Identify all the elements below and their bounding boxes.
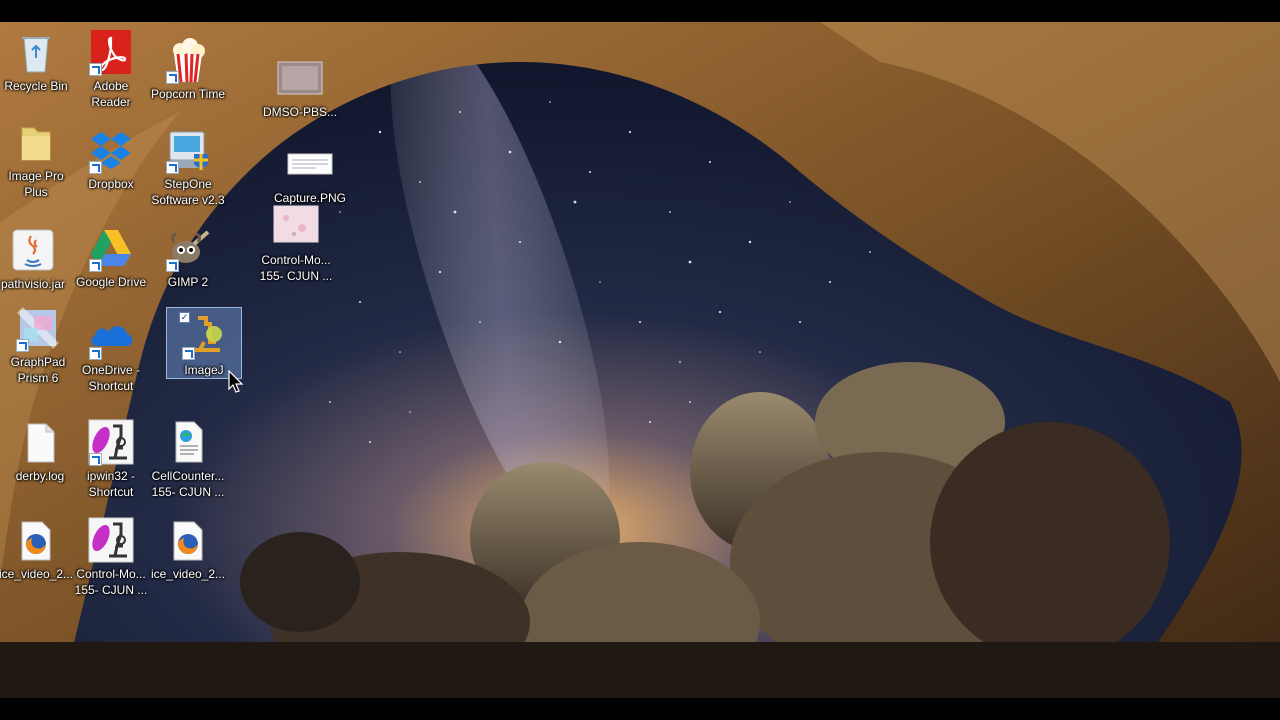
recycle-bin-icon [22, 37, 50, 73]
shortcut-arrow-icon [89, 347, 102, 360]
icon-label: Image Pro Plus [8, 169, 64, 199]
desktop-icon-graphpad[interactable]: GraphPad Prism 6 [0, 300, 76, 394]
icon-label: Popcorn Time [150, 87, 226, 101]
folder-icon [21, 127, 51, 161]
icon-label: GIMP 2 [167, 275, 209, 289]
desktop-icon-derby-log[interactable]: derby.log [2, 414, 78, 508]
desktop-icon-ice-video-1[interactable]: ice_video_2... [0, 512, 74, 606]
icon-label: Dropbox [88, 177, 134, 191]
image-thumbnail-icon [273, 205, 319, 243]
icon-label: Control-Mo... 155- CJUN ... [259, 253, 333, 283]
desktop-icon-onedrive[interactable]: OneDrive - Shortcut [73, 308, 149, 402]
firefox-file-icon [21, 521, 51, 561]
icon-label: StepOne Software v2.3 [151, 177, 225, 207]
image-thumbnail-icon [277, 61, 323, 95]
desktop-icon-adobe-reader[interactable]: Adobe Reader [73, 24, 149, 118]
icon-label: ipwin32 - Shortcut [86, 469, 136, 499]
desktop-icon-image-pro-plus[interactable]: Image Pro Plus [0, 114, 74, 208]
desktop-icon-cellcounter[interactable]: CellCounter... 155- CJUN ... [150, 414, 226, 508]
desktop-icon-dmso-pbs[interactable]: DMSO-PBS... [262, 50, 338, 144]
icon-label: Recycle Bin [4, 79, 68, 93]
desktop-icon-ice-video-2[interactable]: ice_video_2... [150, 512, 226, 606]
desktop[interactable]: Recycle Bin Image Pro Plus pathvisio.jar… [0, 22, 1280, 698]
icon-label: Control-Mo... 155- CJUN ... [74, 567, 148, 597]
icon-label: OneDrive - Shortcut [81, 363, 140, 393]
java-icon [12, 229, 54, 271]
desktop-icon-google-drive[interactable]: Google Drive [73, 220, 149, 314]
icon-label: ice_video_2... [150, 567, 226, 581]
icon-label: CellCounter... 155- CJUN ... [151, 469, 225, 499]
microscope-icon [88, 517, 134, 563]
desktop-icon-control-mo-1[interactable]: Control-Mo... 155- CJUN ... [258, 198, 334, 292]
desktop-icon-gimp[interactable]: GIMP 2 [150, 220, 226, 314]
web-file-icon [175, 421, 203, 463]
icon-label: ice_video_2... [0, 567, 74, 581]
icon-label: GraphPad Prism 6 [10, 355, 66, 385]
icon-label: DMSO-PBS... [262, 105, 337, 119]
desktop-icon-imagej[interactable]: ✓ ImageJ [166, 307, 242, 379]
desktop-icon-ipwin32[interactable]: ipwin32 - Shortcut [73, 414, 149, 508]
image-thumbnail-icon [287, 153, 333, 175]
file-icon [27, 423, 55, 463]
shortcut-arrow-icon [166, 71, 179, 84]
desktop-icon-popcorn-time[interactable]: Popcorn Time [150, 32, 226, 126]
icon-label: pathvisio.jar [0, 277, 66, 291]
shortcut-arrow-icon [182, 347, 195, 360]
desktop-icon-dropbox[interactable]: Dropbox [73, 122, 149, 216]
desktop-icon-stepone[interactable]: StepOne Software v2.3 [150, 122, 226, 216]
icon-label: Google Drive [75, 275, 147, 289]
shortcut-arrow-icon [89, 453, 102, 466]
shortcut-arrow-icon [166, 259, 179, 272]
shortcut-arrow-icon [166, 161, 179, 174]
desktop-icon-control-mo-2[interactable]: Control-Mo... 155- CJUN ... [73, 512, 149, 606]
shortcut-arrow-icon [89, 161, 102, 174]
icon-label: Adobe Reader [91, 79, 131, 109]
desktop-icon-recycle-bin[interactable]: Recycle Bin [0, 24, 74, 118]
shortcut-arrow-icon [16, 339, 29, 352]
firefox-file-icon [173, 521, 203, 561]
mouse-cursor-icon [228, 370, 244, 393]
shortcut-arrow-icon [89, 259, 102, 272]
shortcut-arrow-icon [89, 63, 102, 76]
